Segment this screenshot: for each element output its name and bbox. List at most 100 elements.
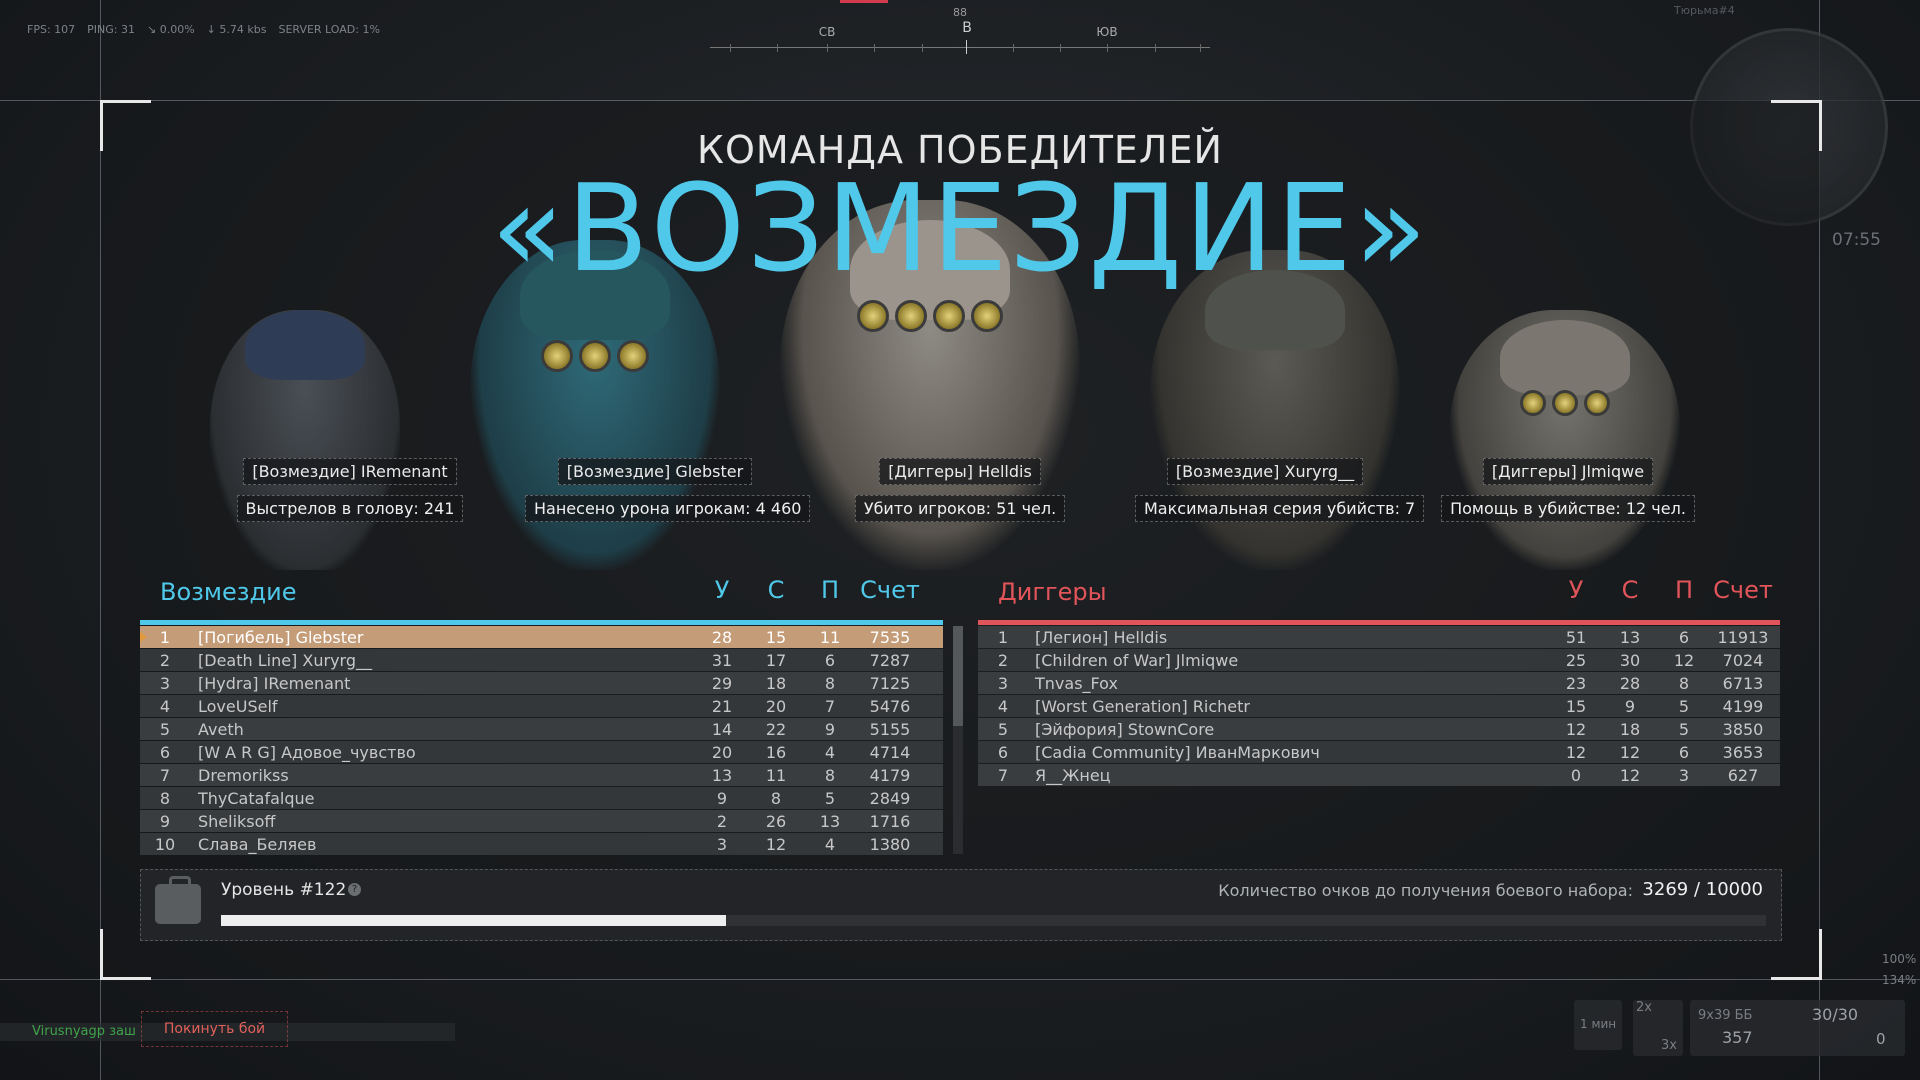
player-score: 4714	[869, 743, 911, 762]
table-row[interactable]: 4 LoveUSelf 21 20 7 5476	[140, 695, 943, 717]
points-label: Количество очков до получения боевого на…	[1218, 881, 1633, 900]
scrollbar-thumb[interactable]	[953, 626, 963, 726]
zoom-secondary: 3x	[1661, 1038, 1677, 1053]
player-deaths: 9	[1624, 697, 1636, 716]
chat-message: Virusnyagp заш	[32, 1024, 136, 1039]
player-kills: 15	[1565, 697, 1587, 716]
player-assists: 13	[819, 812, 841, 831]
col-assists: П	[820, 576, 840, 604]
player-deaths: 30	[1619, 651, 1641, 670]
player-name: LoveUSelf	[198, 697, 278, 716]
player-rank: 6	[997, 743, 1009, 762]
compass-degree: 88	[953, 6, 967, 19]
player-name: Я__Жнец	[1035, 766, 1111, 785]
mvp-player-name: [Диггеры] Jlmiqwe	[1482, 458, 1654, 485]
player-rank: 4	[159, 697, 171, 716]
player-rank: 3	[159, 674, 171, 693]
player-kills: 25	[1565, 651, 1587, 670]
table-row[interactable]: 7 Dremorikss 13 11 8 4179	[140, 764, 943, 786]
table-row[interactable]: 5 [Эйфория] StownCore 12 18 5 3850	[978, 718, 1780, 740]
player-assists: 12	[1673, 651, 1695, 670]
player-rank: 10	[154, 835, 176, 854]
player-name: [Эйфория] StownCore	[1035, 720, 1215, 739]
player-kills: 9	[716, 789, 728, 808]
team-color-line	[978, 620, 1780, 625]
table-row[interactable]: 3 [Hydra] IRemenant 29 18 8 7125	[140, 672, 943, 694]
leave-battle-button[interactable]: Покинуть бой	[141, 1011, 288, 1047]
player-rank: 1	[159, 628, 171, 647]
respawn-timer-box: 1 мин	[1574, 1000, 1622, 1050]
compass-line	[710, 47, 1210, 48]
player-name: [Worst Generation] Richetr	[1035, 697, 1250, 716]
network-stats: FPS: 107 PING: 31 ↘ 0.00% ↓ 5.74 kbs SER…	[27, 23, 380, 36]
player-deaths: 17	[765, 651, 787, 670]
player-assists: 5	[1678, 720, 1690, 739]
player-score: 4179	[869, 766, 911, 785]
table-row[interactable]: 10 Слава_Беляев 3 12 4 1380	[140, 833, 943, 855]
player-kills: 29	[711, 674, 733, 693]
help-icon[interactable]: ?	[348, 883, 361, 896]
player-rank: 4	[997, 697, 1009, 716]
ammo-box: 9x39 ББ 30/30 357 0	[1690, 1000, 1905, 1056]
col-kills: У	[714, 576, 730, 604]
team-header: Диггеры У С П Счет	[978, 572, 1780, 625]
table-row[interactable]: 9 Sheliksoff 2 26 13 1716	[140, 810, 943, 832]
player-score: 4199	[1722, 697, 1764, 716]
player-deaths: 12	[1619, 766, 1641, 785]
player-assists: 8	[824, 674, 836, 693]
player-assists: 8	[824, 766, 836, 785]
mvp-player-name: [Диггеры] Helldis	[879, 458, 1041, 485]
player-score: 7125	[869, 674, 911, 693]
compass-sw: СВ	[818, 25, 836, 39]
table-row[interactable]: 2 [Children of War] Jlmiqwe 25 30 12 7024	[978, 649, 1780, 671]
table-row[interactable]: 3 Tnvas_Fox 23 28 8 6713	[978, 672, 1780, 694]
mvp-player-name: [Возмездие] Xuryrg__	[1166, 458, 1364, 485]
player-assists: 9	[824, 720, 836, 739]
table-row[interactable]: 1 [Легион] Helldis 51 13 6 11913	[978, 626, 1780, 648]
table-row[interactable]: 1 [Погибель] Glebster 28 15 11 7535	[140, 626, 943, 648]
player-kills: 13	[711, 766, 733, 785]
player-kills: 2	[716, 812, 728, 831]
battle-kit-icon	[155, 876, 201, 924]
table-row[interactable]: 8 ThyCatafalque 9 8 5 2849	[140, 787, 943, 809]
player-kills: 28	[711, 628, 733, 647]
stamina-readout: 134%	[1882, 973, 1917, 987]
col-score: Счет	[860, 576, 920, 604]
player-kills: 3	[716, 835, 728, 854]
player-name: [W A R G] Адовое_чувство	[198, 743, 416, 762]
team-color-line	[140, 620, 943, 625]
mvp-card: [Диггеры] Jlmiqwe Помощь в убийстве: 12 …	[1438, 458, 1698, 522]
player-score: 3653	[1722, 743, 1764, 762]
player-kills: 14	[711, 720, 733, 739]
player-assists: 4	[824, 743, 836, 762]
table-row[interactable]: 6 [Cadia Community] ИванМаркович 12 12 6 3653	[978, 741, 1780, 763]
player-name: Dremorikss	[198, 766, 289, 785]
compass-main: В	[962, 20, 972, 36]
player-deaths: 11	[765, 766, 787, 785]
player-assists: 7	[824, 697, 836, 716]
map-name: Тюрьма#4	[1674, 4, 1735, 17]
table-row[interactable]: 4 [Worst Generation] Richetr 15 9 5 4199	[978, 695, 1780, 717]
mvp-stat: Убито игроков: 51 чел.	[854, 495, 1066, 522]
scrollbar[interactable]	[953, 626, 963, 854]
player-assists: 4	[824, 835, 836, 854]
ping-readout: PING: 31	[87, 23, 135, 36]
player-deaths: 8	[770, 789, 782, 808]
table-row[interactable]: 7 Я__Жнец 0 12 3 627	[978, 764, 1780, 786]
table-row[interactable]: 5 Aveth 14 22 9 5155	[140, 718, 943, 740]
mvp-stat: Помощь в убийстве: 12 чел.	[1441, 495, 1695, 522]
team-name: Возмездие	[160, 578, 297, 606]
player-rank: 1	[997, 628, 1009, 647]
player-score: 627	[1727, 766, 1759, 785]
team-table-right: Диггеры У С П Счет 1 [Легион] Helldis 51 13…	[978, 572, 1780, 786]
player-deaths: 22	[765, 720, 787, 739]
player-rank: 7	[997, 766, 1009, 785]
player-name: [Погибель] Glebster	[198, 628, 364, 647]
loss-readout: ↘ 0.00%	[147, 23, 195, 36]
player-rank: 6	[159, 743, 171, 762]
player-kills: 20	[711, 743, 733, 762]
server-load-readout: SERVER LOAD: 1%	[278, 23, 380, 36]
table-row[interactable]: 2 [Death Line] Xuryrg__ 31 17 6 7287	[140, 649, 943, 671]
ammo-type: 9x39 ББ	[1698, 1008, 1753, 1023]
table-row[interactable]: 6 [W A R G] Адовое_чувство 20 16 4 4714	[140, 741, 943, 763]
